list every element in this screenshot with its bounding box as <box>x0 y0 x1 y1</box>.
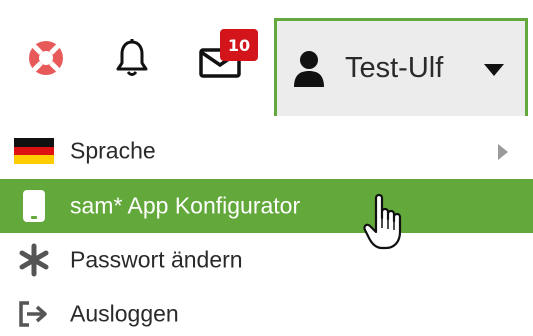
hand-pointer-cursor-icon <box>363 193 402 250</box>
user-menu-button[interactable]: Test-Ulf <box>274 18 528 116</box>
unread-messages-badge: 10 <box>220 29 258 61</box>
user-menu-screenshot: 10 Test-Ulf Sprache sam* App Konfigurato… <box>0 0 533 336</box>
lifebuoy-icon <box>29 41 63 75</box>
user-icon <box>293 49 327 89</box>
user-dropdown-menu: Sprache sam* App Konfigurator Passwort ä… <box>0 116 533 336</box>
caret-right-icon <box>498 144 508 160</box>
asterisk-icon <box>12 233 56 287</box>
notifications-button[interactable] <box>100 20 164 96</box>
menu-item-language[interactable]: Sprache <box>0 124 533 178</box>
top-navigation-bar: 10 Test-Ulf <box>0 0 533 116</box>
german-flag-icon <box>12 124 56 178</box>
menu-item-logout[interactable]: Ausloggen <box>0 287 533 336</box>
bell-icon <box>116 39 148 76</box>
menu-item-app-configurator[interactable]: sam* App Konfigurator <box>0 179 533 233</box>
menu-item-label: Sprache <box>70 137 156 164</box>
user-name-label: Test-Ulf <box>345 52 444 84</box>
caret-down-icon <box>484 64 504 76</box>
menu-item-change-password[interactable]: Passwort ändern <box>0 233 533 287</box>
menu-item-label: Passwort ändern <box>70 246 243 273</box>
support-button[interactable] <box>14 20 78 96</box>
menu-item-label: Ausloggen <box>70 300 179 327</box>
mobile-phone-icon <box>12 179 56 233</box>
menu-item-label: sam* App Konfigurator <box>70 192 301 219</box>
logout-icon <box>12 287 56 336</box>
